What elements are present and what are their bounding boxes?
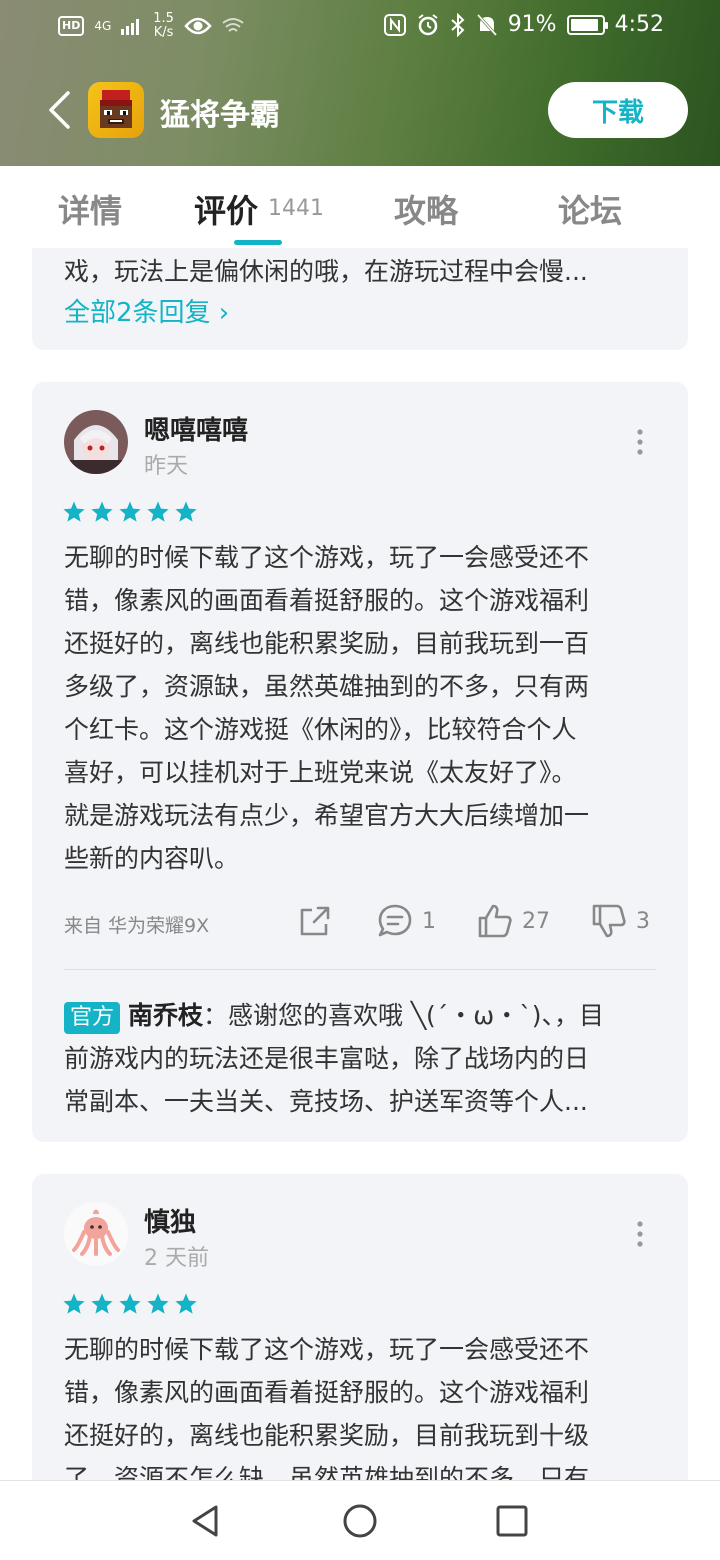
official-reply[interactable]: 官方 南乔枝：感谢您的喜欢哦 ╲(´・ω・`)、，目 前游戏内的玩法还是很丰富哒，… [64,994,660,1123]
star-icon [91,1293,113,1314]
network-speed: 1.5 K/s [153,11,174,40]
review-date: 2 天前 [144,1246,209,1271]
avatar[interactable] [64,1202,128,1266]
active-tab-indicator [234,240,282,245]
avatar[interactable] [64,410,128,474]
mute-bell-icon [476,13,497,36]
battery-icon [566,14,608,35]
network-type: 4G [94,19,112,33]
developer-name: 南乔枝 [128,1001,204,1030]
like-button[interactable]: 27 [476,902,550,940]
all-replies-link[interactable]: 全部2条回复 › [64,292,229,329]
review-card-partial: 戏，玩法上是偏休闲的哦，在游玩过程中会慢... 全部2条回复 › [32,248,688,350]
tab-bar: 详情 评价 1441 攻略 论坛 [0,166,720,248]
username[interactable]: 慎独 [144,1202,196,1239]
comment-button[interactable]: 1 [376,902,436,940]
star-rating [62,1292,198,1316]
device-info: 来自 华为荣耀9X [64,915,210,937]
nav-back-icon[interactable] [186,1501,226,1541]
back-arrow-icon[interactable] [46,90,72,130]
review-card[interactable]: 嗯嘻嘻嘻 昨天 无聊的时候下载了这个游戏，玩了一会感受还不 错，像素风的画面看着… [32,382,688,1142]
alarm-icon [418,13,438,35]
nfc-icon [383,13,406,36]
bluetooth-icon [451,12,465,37]
battery-percent: 91% [507,12,557,37]
star-icon [63,1293,85,1314]
reply-excerpt: 戏，玩法上是偏休闲的哦，在游玩过程中会慢... [64,257,588,286]
star-icon [175,1293,197,1314]
tab-forum[interactable]: 论坛 [558,186,622,232]
thumbs-up-icon [478,904,512,938]
app-title: 猛将争霸 [160,98,280,133]
dislike-button[interactable]: 3 [590,902,650,940]
official-badge: 官方 [64,1002,121,1034]
nav-home-icon[interactable] [340,1501,380,1541]
share-icon [300,906,330,936]
more-options-icon[interactable] [636,428,644,456]
clock: 4:52 [614,12,664,37]
tab-details[interactable]: 详情 [58,186,122,232]
review-text: 无聊的时候下载了这个游戏，玩了一会感受还不 错，像素风的画面看着挺舒服的。这个游… [64,1335,590,1493]
status-bar: HD 4G 1.5 K/s 91% 4:52 [0,0,720,56]
more-options-icon[interactable] [636,1220,644,1248]
comment-icon [378,904,412,937]
wifi-icon [222,18,244,32]
like-count: 27 [522,908,550,934]
comment-count: 1 [422,908,436,934]
star-icon [63,501,85,522]
star-icon [91,501,113,522]
star-icon [175,501,197,522]
star-icon [147,1293,169,1314]
tab-reviews[interactable]: 评价 [194,186,258,232]
eye-icon [184,17,212,35]
nav-recents-icon[interactable] [492,1501,532,1541]
review-count: 1441 [268,196,324,221]
system-navigation-bar [0,1480,720,1560]
star-rating [62,500,198,524]
download-button[interactable]: 下载 [548,82,688,138]
hd-indicator: HD [58,16,85,36]
username[interactable]: 嗯嘻嘻嘻 [144,410,248,447]
thumbs-down-icon [592,904,626,938]
signal-icon [121,19,140,35]
review-date: 昨天 [144,454,189,479]
review-text: 无聊的时候下载了这个游戏，玩了一会感受还不 错，像素风的画面看着挺舒服的。这个游… [64,543,590,873]
dislike-count: 3 [636,908,650,934]
divider [64,969,656,970]
star-icon [119,501,141,522]
star-icon [119,1293,141,1314]
tab-guides[interactable]: 攻略 [394,186,458,232]
app-header: HD 4G 1.5 K/s 91% 4:52 猛将争霸 下载 [0,0,720,166]
star-icon [147,501,169,522]
share-button[interactable] [296,902,334,940]
app-icon [88,82,144,138]
review-card[interactable]: 慎独 2 天前 无聊的时候下载了这个游戏，玩了一会感受还不 错，像素风的画面看着… [32,1174,688,1494]
